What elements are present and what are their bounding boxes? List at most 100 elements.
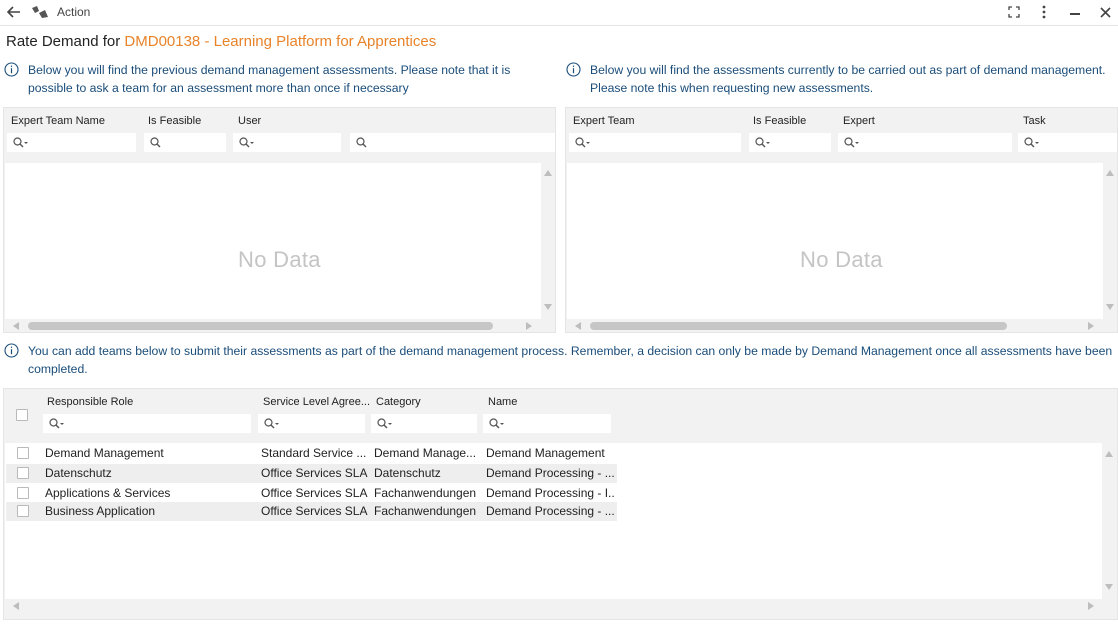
previous-assessments-grid: Expert Team Name Is Feasible User No Dat…	[3, 107, 556, 333]
cell-name: Demand Processing - ...	[486, 466, 614, 480]
search-filter-icon	[755, 136, 770, 147]
filter-expert-team-name[interactable]	[7, 133, 136, 152]
scroll-right-icon[interactable]	[526, 322, 532, 330]
filter-task[interactable]	[1018, 133, 1117, 152]
more-options-icon[interactable]	[1035, 3, 1053, 21]
search-icon	[356, 136, 367, 147]
minimize-icon[interactable]	[1066, 3, 1084, 21]
column-header-expert[interactable]: Expert	[843, 115, 875, 127]
column-header-expert-team-name[interactable]: Expert Team Name	[11, 115, 105, 127]
column-header-expert-team[interactable]: Expert Team	[573, 115, 635, 127]
scroll-down-icon[interactable]	[1105, 584, 1113, 590]
row-checkbox[interactable]	[17, 487, 29, 499]
filter-expert-team[interactable]	[569, 133, 741, 152]
scroll-up-icon[interactable]	[1106, 170, 1114, 176]
cell-name: Demand Processing - ...	[486, 504, 614, 518]
search-filter-icon	[13, 136, 28, 147]
search-icon	[150, 136, 161, 147]
filter-user[interactable]	[233, 133, 341, 152]
column-header-is-feasible[interactable]: Is Feasible	[148, 115, 201, 127]
search-filter-icon	[239, 136, 254, 147]
filter-is-feasible[interactable]	[144, 133, 226, 152]
back-arrow-icon[interactable]	[5, 3, 23, 21]
scroll-right-icon[interactable]	[1088, 602, 1094, 610]
column-header-is-feasible[interactable]: Is Feasible	[753, 115, 806, 127]
column-header-responsible-role[interactable]: Responsible Role	[47, 396, 133, 408]
action-icon	[31, 3, 49, 21]
cell-responsible-role: Demand Management	[45, 446, 164, 460]
no-data-label: No Data	[238, 247, 321, 272]
cell-sla: Standard Service ...	[261, 446, 367, 460]
horizontal-scrollbar[interactable]	[5, 599, 1117, 613]
filter-category[interactable]	[371, 414, 477, 433]
cell-name: Demand Processing - I...	[486, 486, 614, 500]
filter-expert[interactable]	[838, 133, 1012, 152]
info-message-left: Below you will find the previous demand …	[4, 61, 549, 97]
info-icon	[4, 62, 19, 77]
table-row[interactable]: Datenschutz Office Services SLA Datensch…	[6, 464, 617, 483]
filter-responsible-role[interactable]	[43, 414, 251, 433]
scroll-right-icon[interactable]	[1088, 322, 1094, 330]
scroll-thumb[interactable]	[28, 322, 493, 330]
info-message-right: Below you will find the assessments curr…	[566, 61, 1106, 97]
column-header-category[interactable]: Category	[376, 396, 421, 408]
search-filter-icon	[49, 417, 64, 428]
cell-responsible-role: Business Application	[45, 504, 156, 518]
vertical-scrollbar[interactable]	[541, 163, 555, 319]
cell-name: Demand Management	[486, 446, 605, 460]
info-icon	[566, 62, 581, 77]
scroll-left-icon[interactable]	[13, 322, 19, 330]
select-all-checkbox[interactable]	[16, 409, 28, 421]
column-header-name[interactable]: Name	[488, 396, 517, 408]
filter-name[interactable]	[483, 414, 611, 433]
page-title-prefix: Rate Demand for	[6, 33, 121, 50]
table-row[interactable]: Business Application Office Services SLA…	[6, 502, 617, 521]
cell-category: Demand Manage...	[374, 446, 477, 460]
horizontal-scrollbar[interactable]	[5, 319, 555, 332]
column-header-sla[interactable]: Service Level Agree...	[263, 396, 370, 408]
scroll-thumb[interactable]	[590, 322, 1007, 330]
current-assessments-grid: Expert Team Is Feasible Expert Task No D…	[565, 107, 1118, 333]
title-bar: Action	[0, 0, 1118, 26]
search-filter-icon	[489, 417, 504, 428]
horizontal-scrollbar[interactable]	[567, 319, 1117, 332]
page-title: Rate Demand for DMD00138 - Learning Plat…	[6, 33, 436, 50]
grid-body: No Data	[5, 163, 541, 319]
fullscreen-icon[interactable]	[1005, 3, 1023, 21]
demand-link[interactable]: DMD00138 - Learning Platform for Apprent…	[124, 33, 436, 50]
table-row[interactable]: Demand Management Standard Service ... D…	[6, 444, 617, 463]
column-header-user[interactable]: User	[238, 115, 261, 127]
info-message-bottom: You can add teams below to submit their …	[4, 342, 1118, 378]
scroll-left-icon[interactable]	[575, 322, 581, 330]
filter-is-feasible[interactable]	[749, 133, 831, 152]
window-title: Action	[57, 5, 91, 19]
scroll-up-icon[interactable]	[544, 170, 552, 176]
grid-body: No Data	[567, 163, 1103, 319]
row-checkbox[interactable]	[17, 505, 29, 517]
cell-sla: Office Services SLA	[261, 466, 368, 480]
scroll-up-icon[interactable]	[1105, 451, 1113, 457]
grid-body: Demand Management Standard Service ... D…	[5, 443, 1102, 599]
scroll-down-icon[interactable]	[1106, 304, 1114, 310]
cell-category: Datenschutz	[374, 466, 441, 480]
no-data-label: No Data	[800, 247, 883, 272]
vertical-scrollbar[interactable]	[1103, 163, 1117, 319]
search-filter-icon	[1024, 136, 1039, 147]
row-checkbox[interactable]	[17, 447, 29, 459]
table-row[interactable]: Applications & Services Office Services …	[6, 484, 617, 503]
row-checkbox[interactable]	[17, 467, 29, 479]
cell-category: Fachanwendungen	[374, 486, 477, 500]
vertical-scrollbar[interactable]	[1102, 443, 1116, 599]
scroll-left-icon[interactable]	[13, 602, 19, 610]
search-filter-icon	[377, 417, 392, 428]
search-filter-icon	[264, 417, 279, 428]
scroll-down-icon[interactable]	[544, 304, 552, 310]
filter-extra[interactable]	[350, 133, 555, 152]
filter-sla[interactable]	[258, 414, 365, 433]
column-header-task[interactable]: Task	[1023, 115, 1046, 127]
cell-responsible-role: Applications & Services	[45, 486, 171, 500]
teams-grid: Responsible Role Service Level Agree... …	[3, 388, 1118, 620]
info-icon	[4, 343, 19, 358]
close-icon[interactable]	[1096, 3, 1114, 21]
cell-responsible-role: Datenschutz	[45, 466, 112, 480]
